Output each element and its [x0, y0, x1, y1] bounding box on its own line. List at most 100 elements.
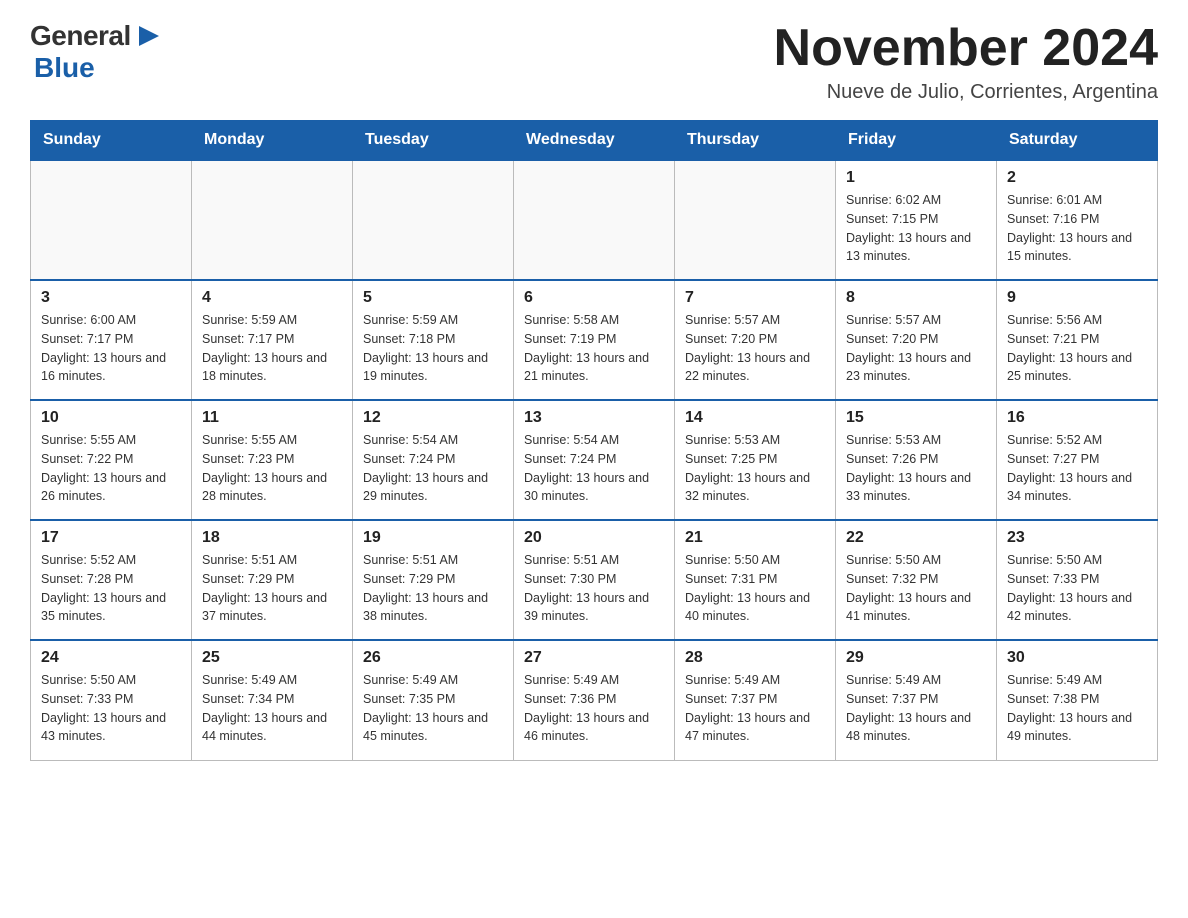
day-info: Sunrise: 5:49 AMSunset: 7:34 PMDaylight:…	[202, 671, 342, 746]
day-number: 15	[846, 409, 986, 427]
calendar-cell-w5-d3: 27Sunrise: 5:49 AMSunset: 7:36 PMDayligh…	[514, 640, 675, 760]
day-number: 6	[524, 289, 664, 307]
calendar-cell-w3-d2: 12Sunrise: 5:54 AMSunset: 7:24 PMDayligh…	[353, 400, 514, 520]
day-number: 23	[1007, 529, 1147, 547]
day-info: Sunrise: 5:52 AMSunset: 7:28 PMDaylight:…	[41, 551, 181, 626]
day-number: 2	[1007, 169, 1147, 187]
day-number: 28	[685, 649, 825, 667]
calendar-header-row: Sunday Monday Tuesday Wednesday Thursday…	[31, 121, 1158, 161]
calendar-cell-w1-d6: 2 Sunrise: 6:01 AMSunset: 7:16 PMDaylight…	[997, 160, 1158, 280]
calendar-cell-w4-d0: 17 Sunrise: 5:52 AMSunset: 7:28 PMDayligh…	[31, 520, 192, 640]
calendar-cell-w2-d2: 5 Sunrise: 5:59 AMSunset: 7:18 PMDaylight…	[353, 280, 514, 400]
day-number: 22	[846, 529, 986, 547]
calendar-cell-w1-d1	[192, 160, 353, 280]
day-info: Sunrise: 5:51 AMSunset: 7:30 PMDaylight:…	[524, 551, 664, 626]
day-number: 5	[363, 289, 503, 307]
col-saturday: Saturday	[997, 121, 1158, 161]
day-number: 29	[846, 649, 986, 667]
day-number: 8	[846, 289, 986, 307]
col-tuesday: Tuesday	[353, 121, 514, 161]
col-wednesday: Wednesday	[514, 121, 675, 161]
calendar-table: Sunday Monday Tuesday Wednesday Thursday…	[30, 120, 1158, 761]
calendar-cell-w2-d1: 4 Sunrise: 5:59 AMSunset: 7:17 PMDaylight…	[192, 280, 353, 400]
calendar-cell-w1-d5: 1 Sunrise: 6:02 AMSunset: 7:15 PMDaylight…	[836, 160, 997, 280]
day-info: Sunrise: 5:57 AMSunset: 7:20 PMDaylight:…	[685, 311, 825, 386]
calendar-cell-w3-d0: 10Sunrise: 5:55 AMSunset: 7:22 PMDayligh…	[31, 400, 192, 520]
day-info: Sunrise: 5:59 AMSunset: 7:17 PMDaylight:…	[202, 311, 342, 386]
day-info: Sunrise: 5:50 AMSunset: 7:33 PMDaylight:…	[41, 671, 181, 746]
day-number: 30	[1007, 649, 1147, 667]
calendar-cell-w5-d4: 28 Sunrise: 5:49 AMSunset: 7:37 PMDayligh…	[675, 640, 836, 760]
day-number: 7	[685, 289, 825, 307]
calendar-cell-w2-d6: 9Sunrise: 5:56 AMSunset: 7:21 PMDaylight…	[997, 280, 1158, 400]
day-info: Sunrise: 5:49 AMSunset: 7:37 PMDaylight:…	[685, 671, 825, 746]
day-number: 9	[1007, 289, 1147, 307]
day-info: Sunrise: 5:51 AMSunset: 7:29 PMDaylight:…	[363, 551, 503, 626]
calendar-cell-w3-d6: 16Sunrise: 5:52 AMSunset: 7:27 PMDayligh…	[997, 400, 1158, 520]
day-number: 4	[202, 289, 342, 307]
calendar-cell-w1-d3	[514, 160, 675, 280]
location-subtitle: Nueve de Julio, Corrientes, Argentina	[774, 81, 1158, 104]
calendar-week-row-5: 24 Sunrise: 5:50 AMSunset: 7:33 PMDayligh…	[31, 640, 1158, 760]
header-area: General Blue November 2024 Nueve de Juli…	[30, 20, 1158, 104]
calendar-cell-w4-d5: 22Sunrise: 5:50 AMSunset: 7:32 PMDayligh…	[836, 520, 997, 640]
day-info: Sunrise: 5:49 AMSunset: 7:35 PMDaylight:…	[363, 671, 503, 746]
calendar-cell-w4-d2: 19Sunrise: 5:51 AMSunset: 7:29 PMDayligh…	[353, 520, 514, 640]
day-number: 10	[41, 409, 181, 427]
calendar-cell-w1-d4	[675, 160, 836, 280]
day-number: 26	[363, 649, 503, 667]
calendar-cell-w3-d5: 15 Sunrise: 5:53 AMSunset: 7:26 PMDayligh…	[836, 400, 997, 520]
col-sunday: Sunday	[31, 121, 192, 161]
calendar-cell-w5-d1: 25 Sunrise: 5:49 AMSunset: 7:34 PMDayligh…	[192, 640, 353, 760]
calendar-cell-w3-d4: 14 Sunrise: 5:53 AMSunset: 7:25 PMDayligh…	[675, 400, 836, 520]
col-thursday: Thursday	[675, 121, 836, 161]
day-info: Sunrise: 5:53 AMSunset: 7:26 PMDaylight:…	[846, 431, 986, 506]
day-info: Sunrise: 5:49 AMSunset: 7:37 PMDaylight:…	[846, 671, 986, 746]
day-number: 21	[685, 529, 825, 547]
calendar-cell-w2-d0: 3 Sunrise: 6:00 AMSunset: 7:17 PMDaylight…	[31, 280, 192, 400]
calendar-cell-w1-d2	[353, 160, 514, 280]
day-number: 13	[524, 409, 664, 427]
calendar-week-row-3: 10Sunrise: 5:55 AMSunset: 7:22 PMDayligh…	[31, 400, 1158, 520]
day-info: Sunrise: 5:50 AMSunset: 7:31 PMDaylight:…	[685, 551, 825, 626]
day-number: 27	[524, 649, 664, 667]
day-info: Sunrise: 5:49 AMSunset: 7:38 PMDaylight:…	[1007, 671, 1147, 746]
day-number: 14	[685, 409, 825, 427]
day-info: Sunrise: 6:00 AMSunset: 7:17 PMDaylight:…	[41, 311, 181, 386]
day-number: 18	[202, 529, 342, 547]
calendar-cell-w4-d3: 20 Sunrise: 5:51 AMSunset: 7:30 PMDayligh…	[514, 520, 675, 640]
calendar-cell-w5-d2: 26 Sunrise: 5:49 AMSunset: 7:35 PMDayligh…	[353, 640, 514, 760]
day-info: Sunrise: 5:54 AMSunset: 7:24 PMDaylight:…	[524, 431, 664, 506]
calendar-cell-w2-d5: 8 Sunrise: 5:57 AMSunset: 7:20 PMDaylight…	[836, 280, 997, 400]
day-info: Sunrise: 5:59 AMSunset: 7:18 PMDaylight:…	[363, 311, 503, 386]
day-number: 20	[524, 529, 664, 547]
day-info: Sunrise: 5:51 AMSunset: 7:29 PMDaylight:…	[202, 551, 342, 626]
calendar-cell-w3-d1: 11Sunrise: 5:55 AMSunset: 7:23 PMDayligh…	[192, 400, 353, 520]
day-number: 24	[41, 649, 181, 667]
day-number: 17	[41, 529, 181, 547]
col-monday: Monday	[192, 121, 353, 161]
day-number: 3	[41, 289, 181, 307]
calendar-cell-w2-d3: 6Sunrise: 5:58 AMSunset: 7:19 PMDaylight…	[514, 280, 675, 400]
logo-general-text: General	[30, 20, 131, 52]
day-info: Sunrise: 6:02 AMSunset: 7:15 PMDaylight:…	[846, 191, 986, 266]
calendar-cell-w5-d6: 30 Sunrise: 5:49 AMSunset: 7:38 PMDayligh…	[997, 640, 1158, 760]
calendar-week-row-4: 17 Sunrise: 5:52 AMSunset: 7:28 PMDayligh…	[31, 520, 1158, 640]
day-number: 11	[202, 409, 342, 427]
day-info: Sunrise: 5:57 AMSunset: 7:20 PMDaylight:…	[846, 311, 986, 386]
col-friday: Friday	[836, 121, 997, 161]
day-info: Sunrise: 6:01 AMSunset: 7:16 PMDaylight:…	[1007, 191, 1147, 266]
day-info: Sunrise: 5:52 AMSunset: 7:27 PMDaylight:…	[1007, 431, 1147, 506]
calendar-cell-w3-d3: 13 Sunrise: 5:54 AMSunset: 7:24 PMDayligh…	[514, 400, 675, 520]
calendar-cell-w4-d6: 23Sunrise: 5:50 AMSunset: 7:33 PMDayligh…	[997, 520, 1158, 640]
day-info: Sunrise: 5:53 AMSunset: 7:25 PMDaylight:…	[685, 431, 825, 506]
logo: General Blue	[30, 20, 163, 84]
day-number: 1	[846, 169, 986, 187]
title-area: November 2024 Nueve de Julio, Corrientes…	[774, 20, 1158, 104]
calendar-cell-w4-d1: 18 Sunrise: 5:51 AMSunset: 7:29 PMDayligh…	[192, 520, 353, 640]
calendar-cell-w4-d4: 21 Sunrise: 5:50 AMSunset: 7:31 PMDayligh…	[675, 520, 836, 640]
calendar-week-row-2: 3 Sunrise: 6:00 AMSunset: 7:17 PMDaylight…	[31, 280, 1158, 400]
calendar-cell-w5-d5: 29 Sunrise: 5:49 AMSunset: 7:37 PMDayligh…	[836, 640, 997, 760]
logo-flag-icon	[135, 22, 163, 50]
day-number: 25	[202, 649, 342, 667]
